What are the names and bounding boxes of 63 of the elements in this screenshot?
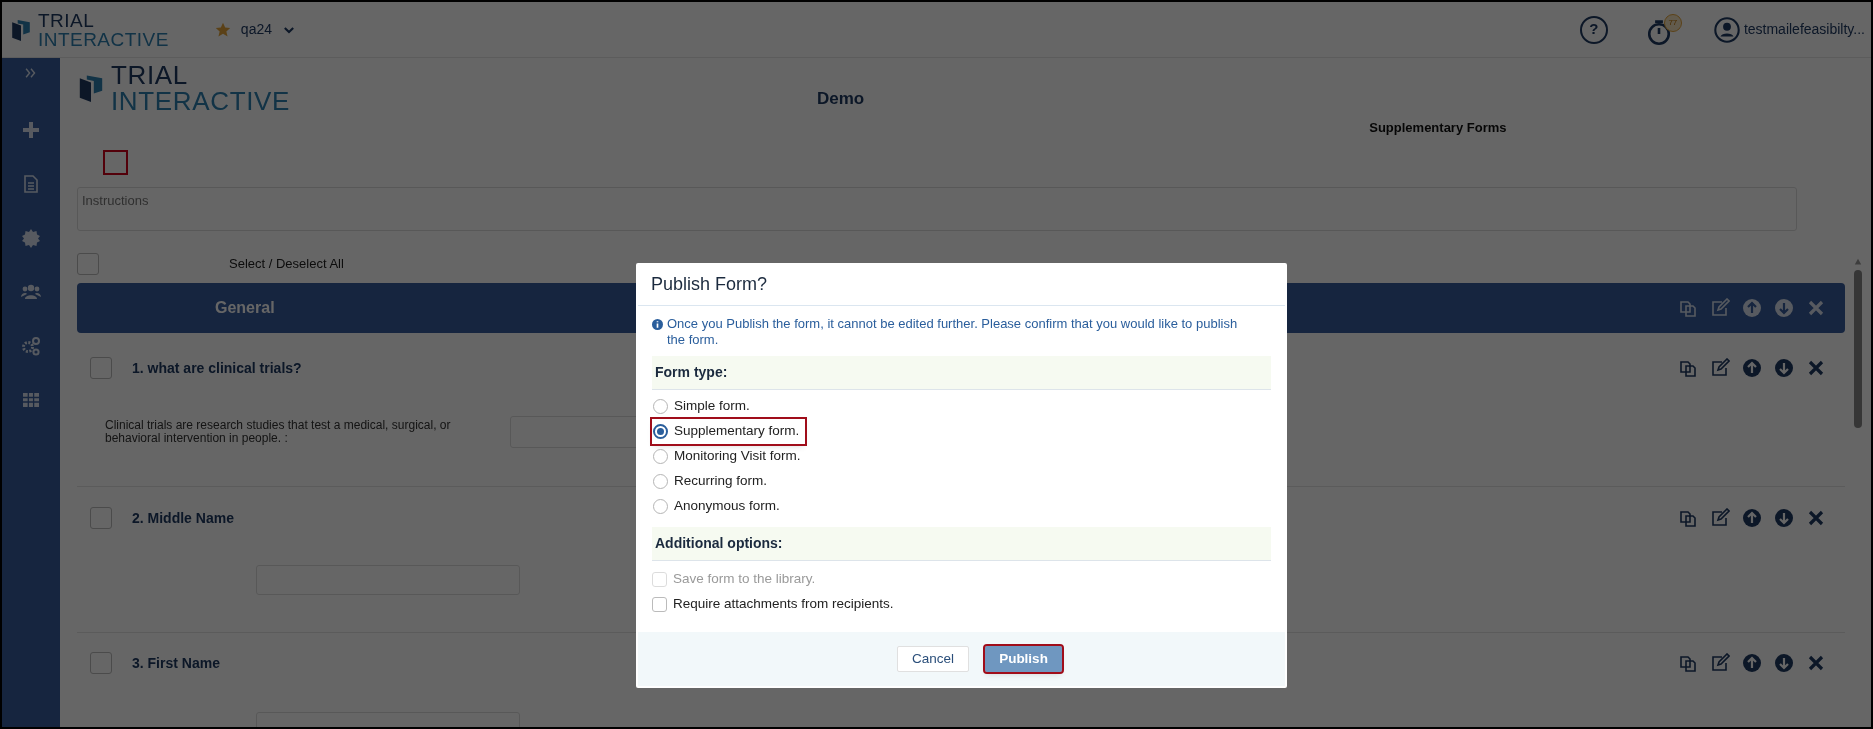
checkbox[interactable] bbox=[77, 253, 99, 275]
document-icon[interactable] bbox=[21, 174, 41, 194]
arrow-down-icon[interactable] bbox=[1774, 298, 1794, 318]
edit-icon[interactable] bbox=[1710, 508, 1730, 528]
radio-option[interactable]: Anonymous form. bbox=[652, 494, 786, 519]
plus-icon[interactable] bbox=[21, 120, 41, 140]
cancel-button[interactable]: Cancel bbox=[897, 646, 970, 672]
logo-text: INTERACTIVE bbox=[111, 88, 291, 114]
select-all-label: Select / Deselect All bbox=[229, 255, 344, 274]
copy-icon[interactable] bbox=[1678, 653, 1698, 673]
table-icon[interactable] bbox=[21, 390, 41, 410]
checkbox[interactable] bbox=[652, 597, 667, 612]
close-icon[interactable] bbox=[1806, 358, 1826, 378]
arrow-up-icon[interactable] bbox=[1742, 508, 1762, 528]
user-avatar-icon[interactable] bbox=[1713, 16, 1740, 43]
radio-option[interactable]: Recurring form. bbox=[652, 469, 774, 494]
arrow-down-icon[interactable] bbox=[1774, 358, 1794, 378]
arrow-up-icon[interactable] bbox=[1742, 653, 1762, 673]
copy-icon[interactable] bbox=[1678, 508, 1698, 528]
checkbox[interactable] bbox=[90, 357, 112, 379]
star-icon bbox=[214, 21, 231, 38]
logo-text: INTERACTIVE bbox=[38, 29, 169, 49]
arrow-down-icon[interactable] bbox=[1774, 653, 1794, 673]
question-prompt: Clinical trials are research studies that test a medical, surgical, or behavioral intervention in people. : bbox=[105, 419, 452, 445]
checkbox[interactable] bbox=[90, 507, 112, 529]
radio-option[interactable]: Monitoring Visit form. bbox=[652, 444, 807, 469]
question-title: 3. First Name bbox=[132, 653, 220, 673]
dialog-title: Publish Form? bbox=[651, 272, 768, 296]
edit-icon[interactable] bbox=[1710, 358, 1730, 378]
copy-icon[interactable] bbox=[1678, 358, 1698, 378]
radio-option[interactable]: Simple form. bbox=[652, 394, 756, 419]
edit-icon[interactable] bbox=[1710, 298, 1730, 318]
info-icon bbox=[652, 319, 663, 330]
edit-icon[interactable] bbox=[1710, 653, 1730, 673]
section-heading: Form type: bbox=[655, 363, 728, 382]
cogs-icon[interactable] bbox=[21, 336, 41, 356]
option-label: Require attachments from recipients. bbox=[673, 595, 894, 614]
arrow-up-icon[interactable] bbox=[1742, 298, 1762, 318]
scroll-up-icon[interactable] bbox=[1853, 258, 1863, 266]
scrollbar-thumb[interactable] bbox=[1854, 270, 1862, 428]
image-placeholder bbox=[103, 150, 128, 175]
form-title: Demo bbox=[817, 88, 865, 110]
logo-text: TRIAL bbox=[111, 62, 189, 88]
question-title: 1. what are clinical trials? bbox=[132, 358, 302, 378]
section-title: General bbox=[215, 298, 275, 318]
timer-badge: 77 bbox=[1663, 13, 1682, 32]
checkbox[interactable] bbox=[90, 652, 112, 674]
form-subtitle: Supplementary Forms bbox=[1369, 119, 1507, 137]
users-icon[interactable] bbox=[21, 282, 41, 302]
option-label: Save form to the library. bbox=[673, 570, 816, 589]
double-chevron-icon[interactable] bbox=[24, 66, 38, 80]
close-icon[interactable] bbox=[1806, 298, 1826, 318]
arrow-up-icon[interactable] bbox=[1742, 358, 1762, 378]
close-icon[interactable] bbox=[1806, 653, 1826, 673]
badge-icon[interactable] bbox=[21, 228, 41, 248]
close-icon[interactable] bbox=[1806, 508, 1826, 528]
question-title: 2. Middle Name bbox=[132, 508, 234, 528]
radio-option[interactable]: Supplementary form. bbox=[652, 419, 806, 444]
logo-text: TRIAL bbox=[38, 10, 96, 30]
copy-icon[interactable] bbox=[1678, 298, 1698, 318]
info-message: Once you Publish the form, it cannot be edited further. Please confirm that you would like to publish the form. bbox=[667, 316, 1239, 348]
arrow-down-icon[interactable] bbox=[1774, 508, 1794, 528]
section-heading: Additional options: bbox=[655, 534, 783, 553]
